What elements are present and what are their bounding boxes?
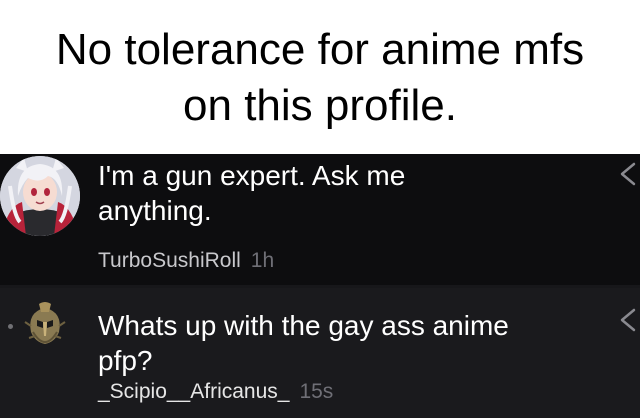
username-link[interactable]: TurboSushiRoll xyxy=(98,249,241,272)
anime-girl-avatar-icon[interactable] xyxy=(0,156,80,236)
comment-meta: TurboSushiRoll 1h xyxy=(98,249,274,273)
timestamp: 15s xyxy=(299,380,334,403)
caption-line-2: on this profile. xyxy=(183,81,457,130)
comment-item: I'm a gun expert. Ask me anything. Turbo… xyxy=(0,154,640,288)
comment-text: Whats up with the gay ass anime pfp? xyxy=(98,310,509,376)
comment-thread: I'm a gun expert. Ask me anything. Turbo… xyxy=(0,154,640,418)
timestamp: 1h xyxy=(250,249,275,272)
comment-meta: _Scipio__Africanus_ 15s xyxy=(98,380,333,404)
thread-bullet-icon xyxy=(8,324,13,329)
username-link[interactable]: _Scipio__Africanus_ xyxy=(98,380,289,403)
meme-caption: No tolerance for anime mfs on this profi… xyxy=(0,0,640,154)
reply-icon[interactable] xyxy=(618,160,636,188)
roman-helmet-avatar-icon[interactable] xyxy=(21,302,69,350)
comment-item: Whats up with the gay ass anime pfp? _Sc… xyxy=(0,288,640,418)
reply-icon[interactable] xyxy=(618,306,636,334)
caption-line-1: No tolerance for anime mfs xyxy=(55,25,585,74)
comment-text: I'm a gun expert. Ask me anything. xyxy=(98,160,406,226)
